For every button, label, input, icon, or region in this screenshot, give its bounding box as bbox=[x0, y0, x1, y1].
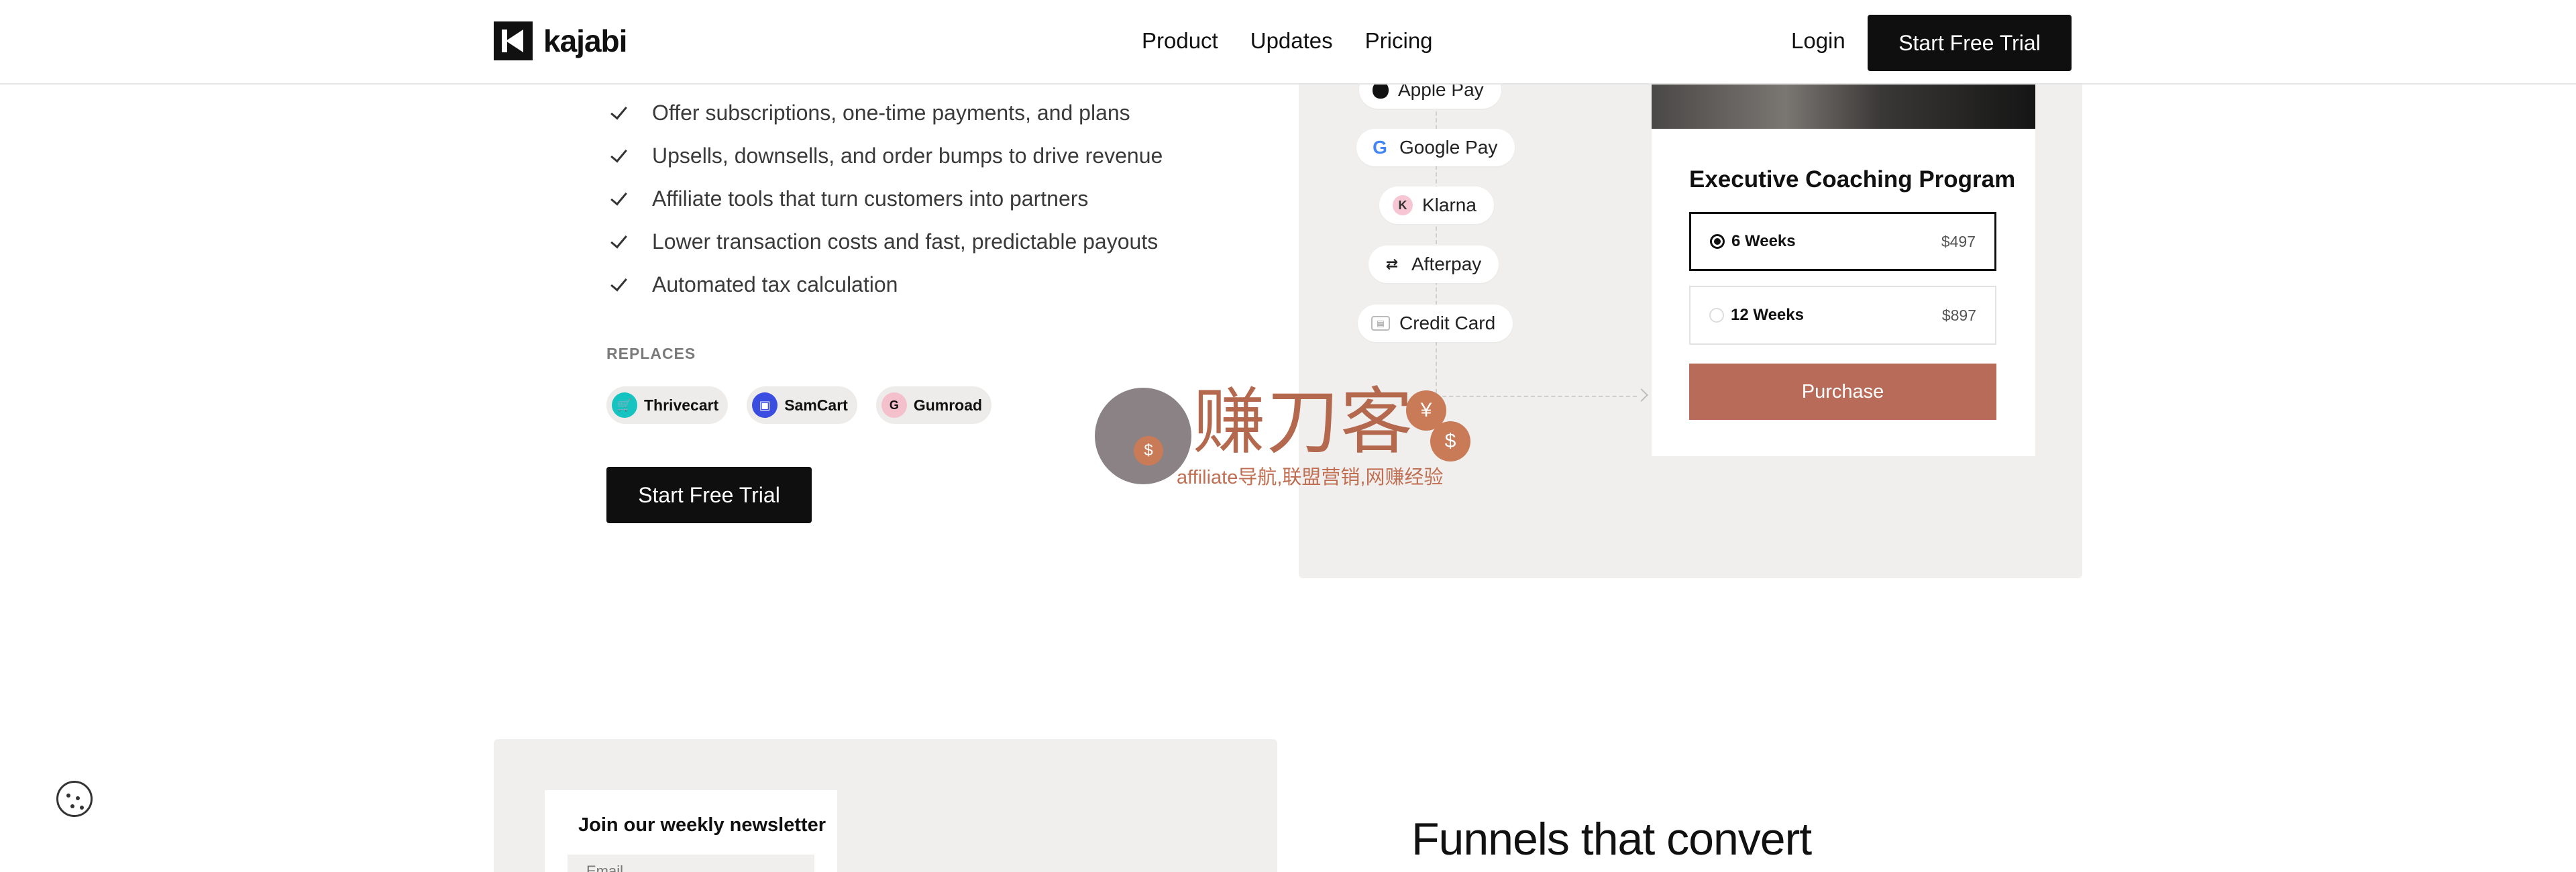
replaces-chip-label: Thrivecart bbox=[644, 396, 719, 414]
gumroad-icon: G bbox=[881, 392, 907, 418]
payment-method-afterpay: ⇄ Afterpay bbox=[1368, 246, 1499, 283]
replaces-label: REPLACES bbox=[606, 345, 696, 362]
feature-item: Offer subscriptions, one-time payments, … bbox=[608, 91, 1163, 134]
feature-text: Automated tax calculation bbox=[652, 272, 898, 296]
thrivecart-icon: 🛒 bbox=[612, 392, 637, 418]
checkout-title: Executive Coaching Program bbox=[1689, 166, 2016, 193]
start-free-trial-button[interactable]: Start Free Trial bbox=[606, 467, 812, 523]
samcart-icon: ▣ bbox=[752, 392, 778, 418]
plan-option-12-weeks[interactable]: 12 Weeks $897 bbox=[1689, 286, 1996, 345]
kajabi-logo[interactable]: kajabi bbox=[494, 21, 627, 60]
check-icon bbox=[608, 99, 635, 126]
feature-item: Automated tax calculation bbox=[608, 263, 1163, 306]
coin-icon: $ bbox=[1134, 436, 1163, 466]
radio-selected-icon bbox=[1710, 234, 1725, 249]
replaces-list: 🛒 Thrivecart ▣ SamCart G Gumroad bbox=[606, 386, 992, 424]
watermark: $ 赚刀客 ¥ $ affiliate导航,联盟营销,网赚经验 bbox=[1095, 380, 1484, 488]
feature-text: Upsells, downsells, and order bumps to d… bbox=[652, 143, 1163, 168]
kajabi-logo-icon bbox=[494, 21, 533, 60]
newsletter-title: Join our weekly newsletter bbox=[578, 814, 826, 836]
payment-method-credit-card: ▤ Credit Card bbox=[1358, 305, 1513, 342]
header-start-trial-button[interactable]: Start Free Trial bbox=[1868, 15, 2072, 71]
google-icon: G bbox=[1373, 137, 1387, 158]
feature-text: Affiliate tools that turn customers into… bbox=[652, 186, 1089, 211]
checkout-card: Executive Coaching Program 6 Weeks $497 … bbox=[1652, 129, 2035, 456]
purchase-button[interactable]: Purchase bbox=[1689, 364, 1996, 420]
plan-option-price: $897 bbox=[1941, 306, 1976, 324]
payment-method-klarna: K Klarna bbox=[1379, 186, 1494, 224]
radio-unselected-icon bbox=[1709, 308, 1724, 323]
payment-method-label: Google Pay bbox=[1399, 137, 1498, 158]
main-nav: Product Updates Pricing bbox=[1142, 28, 1433, 54]
coach-photo bbox=[1652, 85, 2035, 129]
afterpay-icon: ⇄ bbox=[1385, 256, 1399, 272]
logo-text: kajabi bbox=[543, 23, 627, 58]
coin-icon: $ bbox=[1430, 421, 1470, 461]
feature-item: Affiliate tools that turn customers into… bbox=[608, 177, 1163, 220]
check-icon bbox=[608, 228, 635, 255]
feature-item: Upsells, downsells, and order bumps to d… bbox=[608, 134, 1163, 177]
payment-method-label: Klarna bbox=[1422, 195, 1477, 215]
plan-option-price: $497 bbox=[1941, 232, 1976, 250]
section-heading: Funnels that convert bbox=[1411, 814, 1812, 865]
feature-item: Lower transaction costs and fast, predic… bbox=[608, 220, 1163, 263]
feature-list: Offer subscriptions, one-time payments, … bbox=[608, 91, 1163, 306]
credit-card-icon: ▤ bbox=[1371, 316, 1390, 331]
replaces-chip-thrivecart: 🛒 Thrivecart bbox=[606, 386, 729, 424]
replaces-chip-label: Gumroad bbox=[913, 396, 983, 414]
klarna-icon: K bbox=[1393, 195, 1413, 215]
nav-pricing[interactable]: Pricing bbox=[1365, 28, 1433, 54]
feature-text: Offer subscriptions, one-time payments, … bbox=[652, 100, 1130, 125]
nav-updates[interactable]: Updates bbox=[1250, 28, 1333, 54]
plan-option-label: 12 Weeks bbox=[1731, 306, 1804, 324]
payment-method-label: Credit Card bbox=[1399, 313, 1496, 333]
site-header: kajabi Product Updates Pricing Login Sta… bbox=[0, 0, 2576, 85]
newsletter-card: Join our weekly newsletter Email bbox=[545, 790, 837, 872]
payment-method-label: Afterpay bbox=[1411, 254, 1482, 274]
replaces-chip-label: SamCart bbox=[784, 396, 848, 414]
check-icon bbox=[608, 185, 635, 212]
login-link[interactable]: Login bbox=[1791, 28, 1845, 54]
watermark-subtitle: affiliate导航,联盟营销,网赚经验 bbox=[1177, 467, 1444, 488]
replaces-chip-samcart: ▣ SamCart bbox=[747, 386, 857, 424]
payment-method-google-pay: G Google Pay bbox=[1356, 129, 1515, 166]
replaces-chip-gumroad: G Gumroad bbox=[875, 386, 992, 424]
plan-option-6-weeks[interactable]: 6 Weeks $497 bbox=[1689, 212, 1996, 271]
plan-option-label: 6 Weeks bbox=[1731, 232, 1796, 250]
feature-text: Lower transaction costs and fast, predic… bbox=[652, 229, 1159, 254]
check-icon bbox=[608, 271, 635, 298]
nav-product[interactable]: Product bbox=[1142, 28, 1218, 54]
check-icon bbox=[608, 142, 635, 169]
watermark-title: 赚刀客 bbox=[1193, 380, 1415, 464]
cookie-settings-icon[interactable] bbox=[56, 781, 93, 817]
newsletter-email-input[interactable]: Email bbox=[568, 855, 814, 872]
